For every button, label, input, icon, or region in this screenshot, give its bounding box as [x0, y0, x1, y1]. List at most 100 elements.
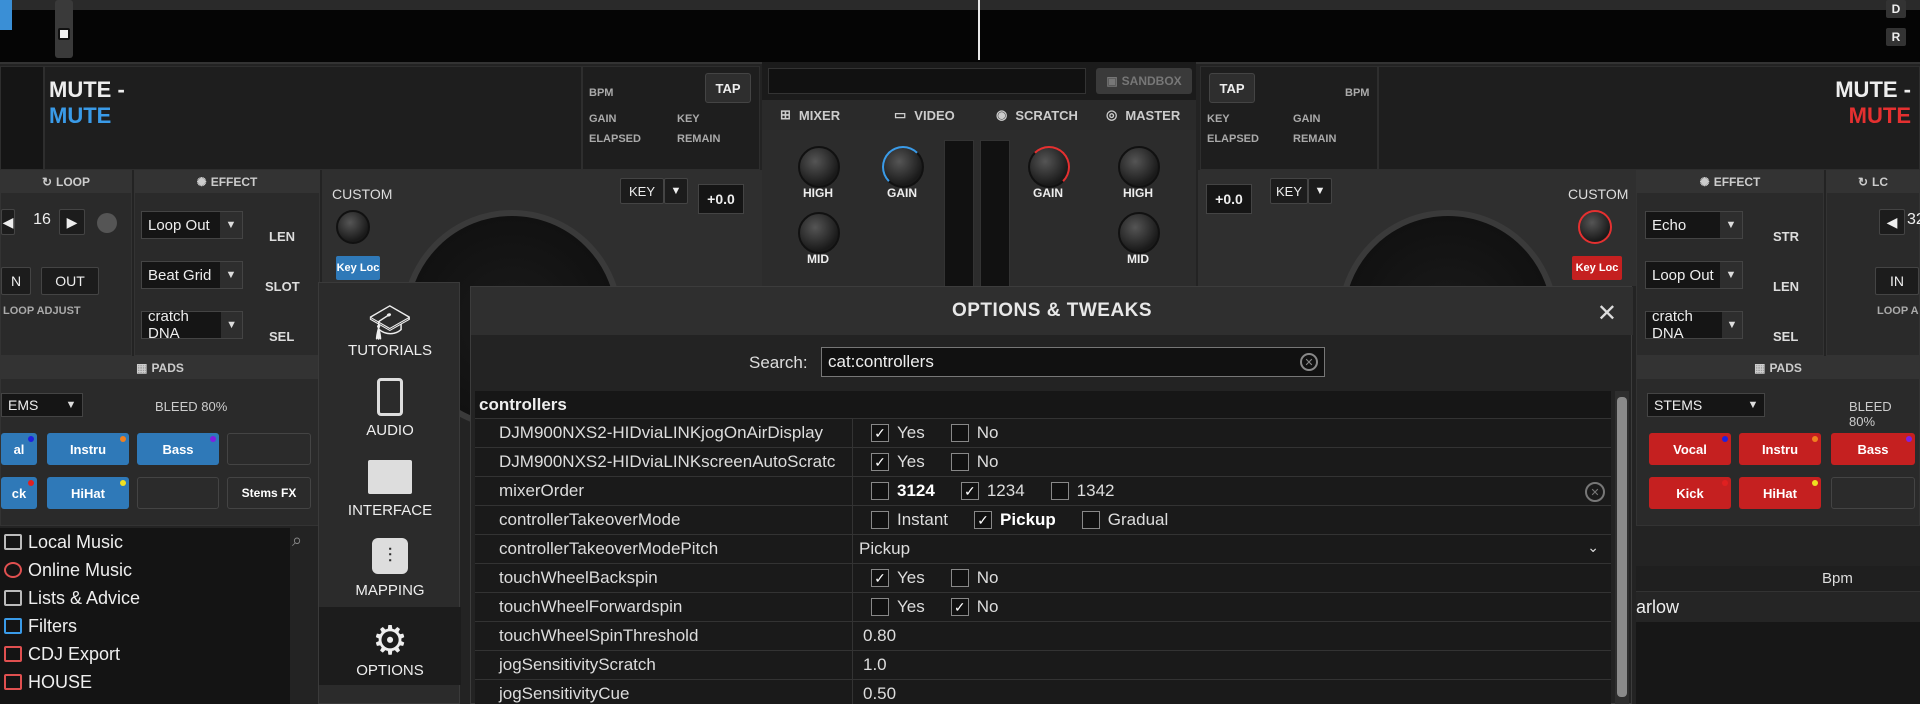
tree-item-local-music[interactable]: Local Music — [0, 528, 290, 556]
loop-out-button[interactable]: OUT — [41, 267, 99, 295]
loop-roll-icon[interactable] — [97, 213, 117, 233]
checkbox-1234[interactable]: ✓ — [960, 482, 979, 500]
pad-hihat[interactable]: HiHat — [47, 477, 129, 509]
effect-dropdown-1[interactable]: Loop Out ▼ — [141, 211, 243, 239]
option-row[interactable]: touchWheelBackspin ✓ Yes No — [475, 564, 1611, 593]
pad-kick[interactable]: Kick — [1649, 477, 1731, 509]
search-input[interactable]: cat:controllers ✕ — [821, 347, 1325, 377]
left-mid-knob[interactable] — [798, 212, 840, 254]
pad-bass[interactable]: Bass — [1831, 433, 1915, 465]
bpm-column-header[interactable]: Bpm — [1822, 570, 1853, 587]
effect-dropdown-1[interactable]: Echo ▼ — [1645, 211, 1743, 239]
checkbox-pickup[interactable]: ✓ — [974, 511, 993, 529]
options-scrollbar[interactable] — [1615, 391, 1629, 704]
effect-dropdown-3[interactable]: cratch DNA ▼ — [1645, 308, 1743, 342]
pad-vocal[interactable]: al — [1, 433, 37, 465]
checkbox-yes[interactable]: ✓ — [871, 569, 889, 587]
waveform-overview[interactable] — [0, 0, 1920, 64]
tree-item-lists-advice[interactable]: Lists & Advice — [0, 584, 290, 612]
option-row[interactable]: jogSensitivityScratch 1.0 — [475, 651, 1611, 680]
checkbox-instant[interactable] — [871, 511, 889, 529]
pad-kick[interactable]: ck — [1, 477, 37, 509]
sidebar-item-audio[interactable]: AUDIO — [319, 367, 461, 445]
reset-icon[interactable]: ✕ — [1585, 482, 1605, 502]
right-gain-knob[interactable] — [1028, 146, 1070, 188]
pad-empty-1[interactable] — [227, 433, 311, 465]
checkbox-no[interactable] — [950, 424, 969, 442]
slider-knob[interactable] — [58, 28, 70, 40]
key-button[interactable]: KEY — [620, 178, 664, 204]
pad-hihat[interactable]: HiHat — [1739, 477, 1821, 509]
tree-item-filters[interactable]: Filters — [0, 612, 290, 640]
option-row[interactable]: jogSensitivityCue 0.50 — [475, 680, 1611, 704]
checkbox-yes[interactable] — [871, 598, 889, 616]
tap-button[interactable]: TAP — [705, 73, 751, 103]
custom-knob[interactable] — [1578, 210, 1612, 244]
loop-next-button[interactable]: ▶ — [59, 209, 85, 235]
tab-mixer[interactable]: ⊞ MIXER — [770, 100, 850, 130]
option-text-value[interactable]: 0.50 — [853, 680, 1611, 704]
loop-prev-button[interactable]: ◀ — [1, 209, 15, 235]
loop-in-button[interactable]: IN — [1875, 267, 1919, 295]
pad-instru[interactable]: Instru — [47, 433, 129, 465]
key-lock-button[interactable]: Key Loc — [336, 256, 380, 280]
checkbox-1342[interactable] — [1050, 482, 1069, 500]
checkbox-no[interactable] — [950, 569, 969, 587]
option-row[interactable]: mixerOrder 3124 ✓ 1234 1342 ✕ — [475, 477, 1611, 506]
option-row[interactable]: controllerTakeoverMode Instant ✓ Pickup G… — [475, 506, 1611, 535]
right-high-knob[interactable] — [1118, 146, 1160, 188]
checkbox-gradual[interactable] — [1081, 511, 1100, 529]
effect-dropdown-3[interactable]: cratch DNA ▼ — [141, 308, 243, 342]
left-gain-knob[interactable] — [882, 146, 924, 188]
custom-knob[interactable] — [336, 210, 370, 244]
pad-instru[interactable]: Instru — [1739, 433, 1821, 465]
option-select[interactable]: Pickup ⌄ — [853, 535, 1611, 563]
key-lock-button[interactable]: Key Loc — [1572, 256, 1622, 280]
tab-video[interactable]: ▭ VIDEO — [884, 100, 965, 130]
checkbox-yes[interactable]: ✓ — [871, 424, 889, 442]
clear-search-icon[interactable]: ✕ — [1300, 353, 1318, 371]
option-row[interactable]: DJM900NXS2-HIDviaLINKscreenAutoScratc ✓ Y… — [475, 448, 1611, 477]
checkbox-3124[interactable] — [871, 482, 889, 500]
tree-item-house[interactable]: HOUSE — [0, 668, 290, 696]
checkbox-no[interactable]: ✓ — [950, 598, 969, 616]
pad-empty[interactable] — [1831, 477, 1915, 509]
loop-prev-button[interactable]: ◀ — [1879, 209, 1905, 235]
option-row[interactable]: DJM900NXS2-HIDviaLINKjogOnAirDisplay ✓ Ye… — [475, 419, 1611, 448]
sidebar-item-interface[interactable]: INTERFACE — [319, 447, 461, 525]
sidebar-item-tutorials[interactable]: 🎓︎ TUTORIALS — [319, 287, 461, 365]
right-mid-knob[interactable] — [1118, 212, 1160, 254]
option-row[interactable]: controllerTakeoverModePitch Pickup ⌄ — [475, 535, 1611, 564]
tab-scratch[interactable]: ◉ SCRATCH — [986, 100, 1088, 130]
tab-master[interactable]: ◎ MASTER — [1096, 100, 1190, 130]
search-icon[interactable]: ⌕ — [292, 530, 318, 560]
tree-item-cdj-export[interactable]: CDJ Export — [0, 640, 290, 668]
option-text-value[interactable]: 0.80 — [853, 622, 1611, 650]
effect-dropdown-2[interactable]: Loop Out ▼ — [1645, 261, 1743, 289]
pad-empty-2[interactable] — [137, 477, 219, 509]
browser-row[interactable]: arlow — [1636, 592, 1920, 622]
tap-button[interactable]: TAP — [1209, 73, 1255, 103]
crossfader-mini[interactable] — [55, 0, 73, 58]
checkbox-yes[interactable]: ✓ — [871, 453, 889, 471]
option-row[interactable]: touchWheelForwardspin Yes ✓ No — [475, 593, 1611, 622]
pad-bass[interactable]: Bass — [137, 433, 219, 465]
stems-dropdown[interactable]: STEMS ▼ — [1647, 393, 1765, 417]
chevron-down-icon[interactable]: ▼ — [664, 178, 688, 204]
sidebar-item-mapping[interactable]: ⫶ MAPPING — [319, 527, 461, 605]
pad-vocal[interactable]: Vocal — [1649, 433, 1731, 465]
effect-dropdown-2[interactable]: Beat Grid ▼ — [141, 261, 243, 289]
r-button[interactable]: R — [1886, 28, 1906, 46]
key-button[interactable]: KEY — [1270, 178, 1308, 204]
pad-stems-fx[interactable]: Stems FX — [227, 477, 311, 509]
option-row[interactable]: touchWheelSpinThreshold 0.80 — [475, 622, 1611, 651]
d-button[interactable]: D — [1886, 0, 1906, 18]
scrollbar-thumb[interactable] — [1617, 397, 1627, 697]
loop-in-button[interactable]: N — [1, 267, 31, 295]
sidebar-item-options[interactable]: ⚙ OPTIONS — [319, 607, 461, 685]
option-text-value[interactable]: 1.0 — [853, 651, 1611, 679]
close-icon[interactable]: ✕ — [1597, 299, 1617, 328]
tree-item-online-music[interactable]: Online Music — [0, 556, 290, 584]
left-high-knob[interactable] — [798, 146, 840, 188]
stems-dropdown[interactable]: EMS ▼ — [1, 393, 83, 417]
